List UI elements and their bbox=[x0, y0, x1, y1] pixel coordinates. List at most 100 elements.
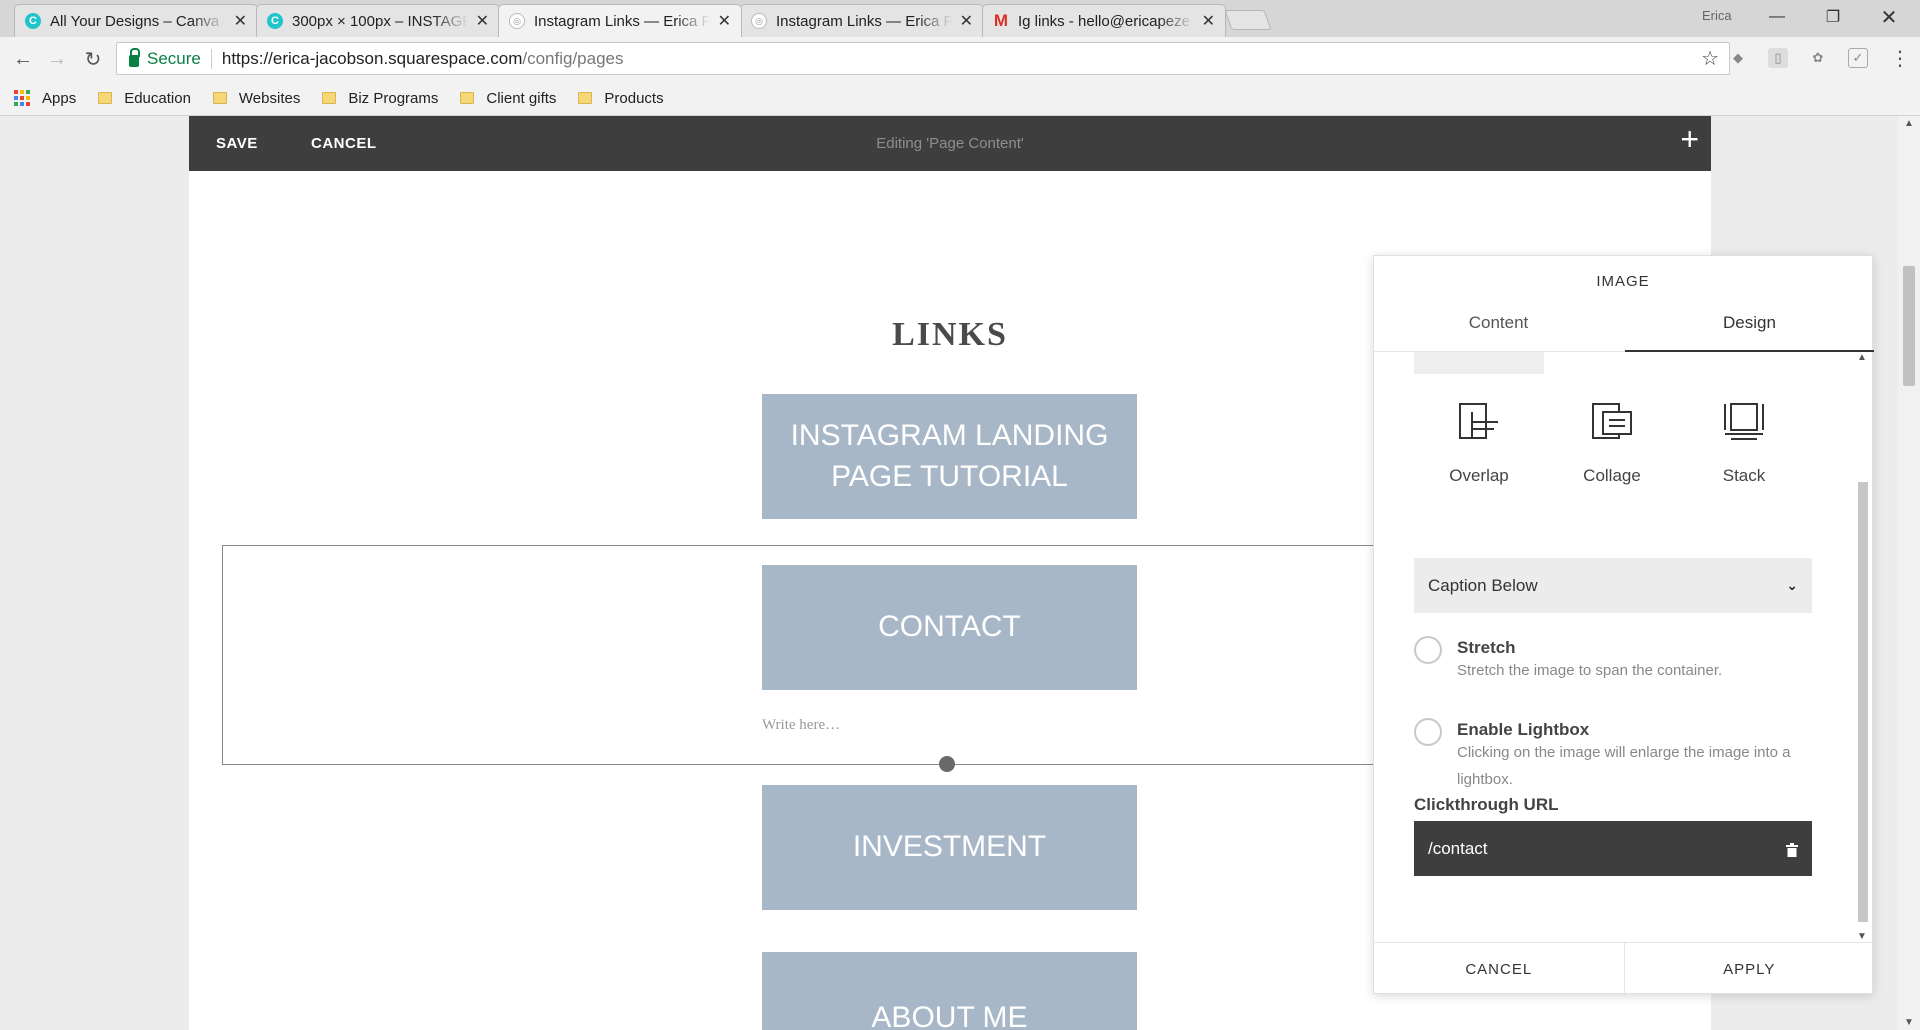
caption-position-select[interactable]: Caption Below ⌄ bbox=[1414, 558, 1812, 613]
close-icon[interactable]: ✕ bbox=[476, 11, 489, 31]
layout-overlap[interactable]: Overlap bbox=[1424, 402, 1534, 486]
minimize-icon[interactable]: — bbox=[1754, 4, 1800, 30]
panel-body: Overlap Collage Stack Caption Below ⌄ St… bbox=[1374, 352, 1874, 942]
chevron-down-icon: ⌄ bbox=[1786, 577, 1798, 593]
secure-label: Secure bbox=[147, 48, 201, 68]
forward-icon[interactable]: → bbox=[44, 46, 70, 72]
panel-title: IMAGE bbox=[1596, 273, 1650, 290]
squarespace-icon: ◎ bbox=[509, 13, 525, 29]
squarespace-icon: ◎ bbox=[751, 13, 767, 29]
tab-content[interactable]: Content bbox=[1374, 313, 1623, 333]
browser-tab[interactable]: M Ig links - hello@ericapeze ✕ bbox=[982, 4, 1226, 37]
close-icon[interactable]: ✕ bbox=[1202, 11, 1215, 31]
bookmark-star-icon[interactable]: ☆ bbox=[1701, 46, 1719, 71]
bookmark-folder[interactable]: Biz Programs bbox=[322, 90, 438, 107]
browser-toolbar: ← → ↻ Secure https://erica-jacobson.squa… bbox=[0, 37, 1920, 81]
bookmark-label: Biz Programs bbox=[348, 89, 439, 107]
canva-icon: C bbox=[25, 13, 41, 29]
scroll-up-icon[interactable]: ▲ bbox=[1857, 352, 1867, 363]
browser-tab[interactable]: ◎ Instagram Links — Erica Peze ✕ bbox=[740, 4, 984, 37]
close-icon[interactable]: ✕ bbox=[960, 11, 973, 31]
bookmark-folder[interactable]: Client gifts bbox=[460, 90, 556, 107]
bookmark-folder[interactable]: Products bbox=[578, 89, 664, 107]
canva-icon: C bbox=[267, 13, 283, 29]
stretch-description: Stretch the image to span the container. bbox=[1457, 662, 1723, 679]
clickthrough-label: Clickthrough URL bbox=[1414, 795, 1559, 814]
folder-icon bbox=[578, 92, 593, 104]
extension-icon[interactable]: ✿ bbox=[1808, 48, 1828, 68]
lightbox-title: Enable Lightbox bbox=[1457, 720, 1590, 739]
stretch-title: Stretch bbox=[1457, 638, 1516, 657]
lightbox-description: Clicking on the image will enlarge the i… bbox=[1457, 744, 1791, 788]
scroll-down-icon[interactable]: ▼ bbox=[1857, 931, 1867, 942]
bookmark-label: Apps bbox=[42, 89, 77, 107]
lightbox-toggle[interactable] bbox=[1414, 718, 1442, 746]
panel-footer: CANCEL APPLY bbox=[1374, 942, 1874, 995]
reload-icon[interactable]: ↻ bbox=[80, 46, 106, 72]
editor-bar: SAVE CANCEL Editing 'Page Content' + bbox=[189, 116, 1711, 171]
stretch-toggle[interactable] bbox=[1414, 636, 1442, 664]
tab-title: 300px × 100px – INSTAGRAM bbox=[292, 12, 468, 30]
add-block-icon[interactable]: + bbox=[1680, 123, 1699, 155]
folder-icon bbox=[212, 92, 227, 104]
caption-placeholder[interactable]: Write here… bbox=[762, 717, 840, 734]
bookmark-apps[interactable]: Apps bbox=[14, 90, 76, 107]
link-button-tutorial[interactable]: INSTAGRAM LANDING PAGE TUTORIAL bbox=[762, 394, 1137, 519]
menu-icon[interactable]: ⋮ bbox=[1890, 46, 1910, 71]
tab-strip: C All Your Designs – Canva ✕ C 300px × 1… bbox=[0, 0, 1920, 37]
browser-tab[interactable]: C 300px × 100px – INSTAGRAM ✕ bbox=[256, 4, 500, 37]
close-icon[interactable]: ✕ bbox=[234, 11, 247, 31]
panel-cancel-button[interactable]: CANCEL bbox=[1374, 943, 1624, 995]
browser-tab[interactable]: C All Your Designs – Canva ✕ bbox=[14, 4, 258, 37]
layout-stack[interactable]: Stack bbox=[1689, 402, 1799, 486]
resize-handle[interactable] bbox=[939, 756, 955, 772]
tab-title: Ig links - hello@ericapeze bbox=[1018, 12, 1190, 30]
bookmark-folder[interactable]: Websites bbox=[212, 89, 301, 107]
apps-grid-icon bbox=[14, 90, 30, 106]
tab-title: Instagram Links — Erica Peze bbox=[776, 12, 952, 30]
folder-icon bbox=[98, 92, 113, 104]
scrollbar-thumb[interactable] bbox=[1903, 266, 1915, 386]
link-button-investment[interactable]: INVESTMENT bbox=[762, 785, 1137, 910]
stack-icon bbox=[1724, 403, 1764, 440]
link-button-about[interactable]: ABOUT ME bbox=[762, 952, 1137, 1030]
panel-scrollbar[interactable]: ▲ ▼ bbox=[1856, 352, 1870, 942]
panel-scrollbar-thumb[interactable] bbox=[1858, 482, 1868, 922]
maximize-icon[interactable]: ❐ bbox=[1810, 4, 1856, 30]
collage-icon bbox=[1592, 403, 1632, 439]
browser-tab-active[interactable]: ◎ Instagram Links — Erica Peze ✕ bbox=[498, 4, 742, 37]
link-button-contact[interactable]: CONTACT bbox=[762, 565, 1137, 690]
select-value: Caption Below bbox=[1428, 575, 1538, 595]
new-tab-button[interactable] bbox=[1224, 10, 1272, 30]
tab-title: All Your Designs – Canva bbox=[50, 12, 220, 30]
scroll-up-icon[interactable]: ▲ bbox=[1904, 118, 1914, 129]
extension-icon[interactable]: ▯ bbox=[1768, 48, 1788, 68]
profile-name[interactable]: Erica bbox=[1702, 8, 1732, 23]
folder-icon bbox=[322, 92, 337, 104]
gmail-icon: M bbox=[993, 11, 1009, 30]
editing-status: Editing 'Page Content' bbox=[876, 135, 1024, 152]
address-bar[interactable]: Secure https://erica-jacobson.squarespac… bbox=[116, 42, 1730, 75]
divider bbox=[210, 48, 212, 69]
back-icon[interactable]: ← bbox=[10, 46, 36, 72]
bookmark-label: Websites bbox=[238, 89, 301, 107]
tab-design[interactable]: Design bbox=[1625, 313, 1874, 333]
close-icon[interactable]: ✕ bbox=[718, 11, 731, 31]
panel-apply-button[interactable]: APPLY bbox=[1623, 943, 1875, 995]
folder-icon bbox=[460, 92, 475, 104]
scroll-down-icon[interactable]: ▼ bbox=[1904, 1017, 1914, 1028]
partial-option bbox=[1414, 352, 1544, 374]
bookmark-folder[interactable]: Education bbox=[98, 90, 191, 107]
image-settings-panel: IMAGE Content Design Overlap Collage Sta… bbox=[1373, 255, 1874, 995]
overlap-icon bbox=[1459, 403, 1498, 439]
bookmark-label: Products bbox=[604, 89, 664, 107]
clickthrough-url-field[interactable]: /contact bbox=[1414, 821, 1812, 876]
evernote-extension-icon[interactable]: ◆ bbox=[1728, 48, 1748, 68]
trash-icon[interactable] bbox=[1786, 842, 1798, 857]
bookmark-label: Education bbox=[124, 89, 191, 107]
layout-collage[interactable]: Collage bbox=[1557, 402, 1667, 486]
window-close-icon[interactable]: ✕ bbox=[1866, 4, 1912, 30]
bookmarks-bar: Apps Education Websites Biz Programs Cli… bbox=[0, 81, 1920, 116]
pocket-extension-icon[interactable]: ✓ bbox=[1848, 48, 1868, 68]
page-scrollbar[interactable]: ▲ ▼ bbox=[1898, 116, 1920, 1030]
